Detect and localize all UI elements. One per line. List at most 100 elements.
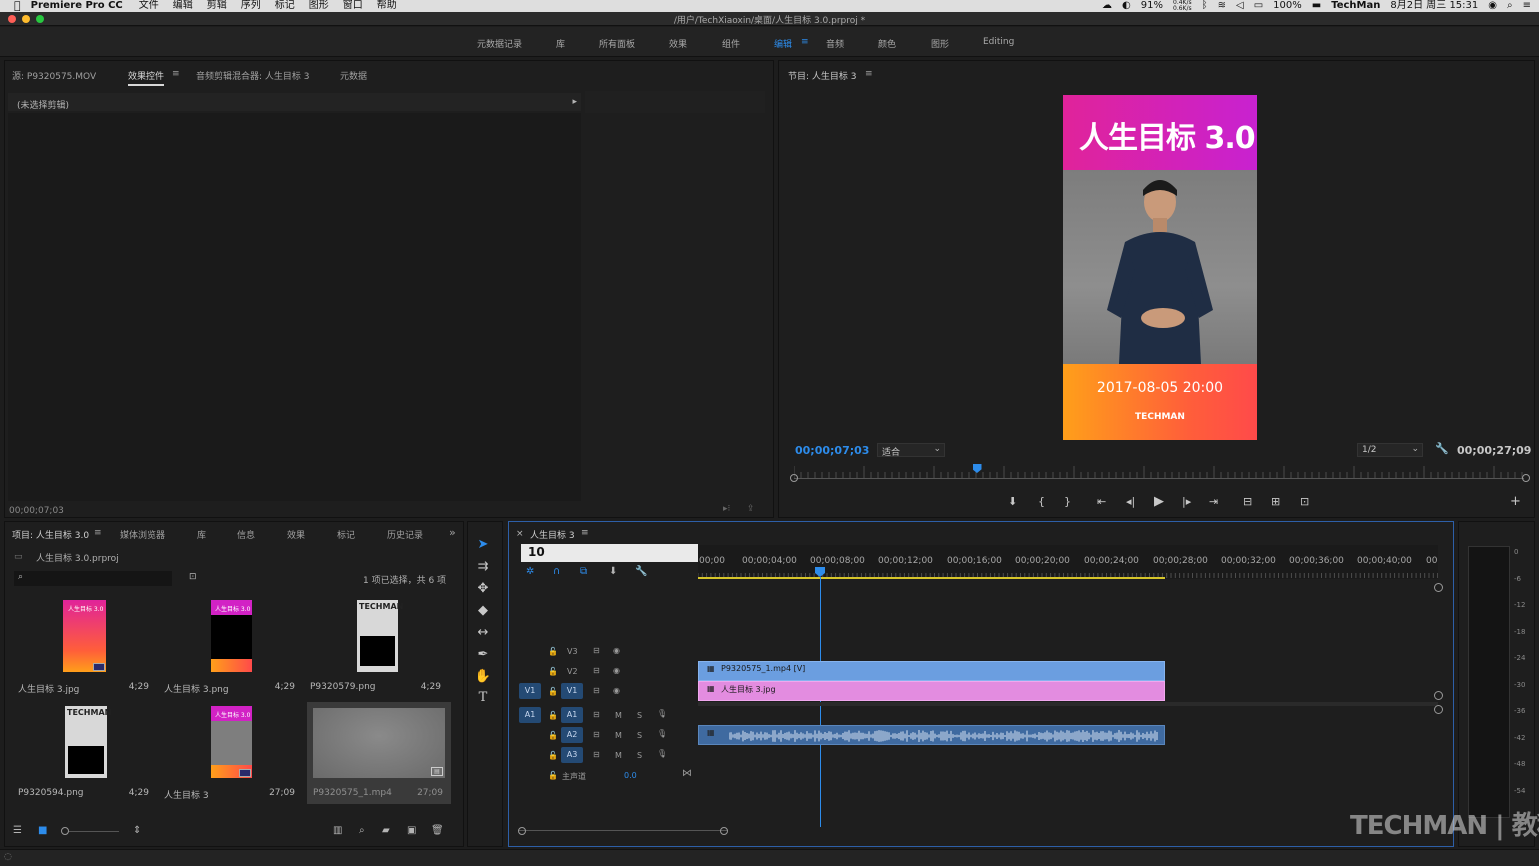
timeline-settings-icon[interactable]: 🔧 — [635, 566, 647, 577]
menu-graphics[interactable]: 图形 — [309, 0, 329, 12]
nest-icon[interactable]: ✲ — [526, 566, 534, 577]
razor-tool-icon[interactable]: ◆ — [474, 603, 492, 618]
menu-clip[interactable]: 剪辑 — [207, 0, 227, 12]
automate-icon[interactable]: ▥ — [333, 825, 342, 836]
lock-icon[interactable]: 🔓 — [548, 731, 558, 740]
video-v-scroll-bottom[interactable] — [1434, 691, 1443, 700]
ws-audio[interactable]: 音频 — [826, 37, 844, 50]
selection-tool-icon[interactable]: ➤ — [474, 537, 492, 552]
ws-color[interactable]: 颜色 — [878, 37, 896, 50]
mic-icon[interactable]: 🎙 — [657, 729, 667, 738]
mic-icon[interactable]: 🎙 — [657, 749, 667, 758]
scroll-handle-left[interactable] — [518, 827, 526, 835]
new-bin-icon[interactable]: ▰ — [382, 825, 390, 836]
tab-project[interactable]: 项目: 人生目标 3.0 — [12, 528, 89, 543]
hand-tool-icon[interactable]: ✋ — [474, 669, 492, 684]
step-back-icon[interactable]: ◂| — [1126, 495, 1135, 508]
tab-media-browser[interactable]: 媒体浏览器 — [120, 528, 165, 541]
zoom-slider[interactable] — [61, 827, 119, 835]
mute-button[interactable]: M — [615, 731, 622, 740]
resolution-select[interactable]: 1/2 ⌄ — [1357, 443, 1423, 457]
sync-icon[interactable]: ⊟ — [593, 730, 600, 739]
project-item[interactable]: 人生目标 3.0 人生目标 3.png 4;29 — [159, 596, 299, 696]
add-marker-icon[interactable]: ⬇ — [609, 566, 617, 577]
user-name[interactable]: TechMan — [1331, 0, 1380, 12]
spotlight-icon[interactable]: ⌕ — [1507, 0, 1513, 12]
flag-icon[interactable]: ▬ — [1312, 0, 1321, 12]
wifi-icon[interactable]: ≋ — [1218, 0, 1226, 12]
master-volume-value[interactable]: 0.0 — [624, 771, 637, 780]
more-tabs-icon[interactable]: » — [449, 526, 456, 539]
menu-help[interactable]: 帮助 — [377, 0, 397, 12]
notification-icon[interactable]: ≡ — [1523, 0, 1531, 12]
source-patch-v1[interactable]: V1 — [519, 683, 541, 699]
clip-v1[interactable]: ▦ 人生目标 3.jpg — [698, 681, 1165, 701]
siri-icon[interactable]: ◉ — [1488, 0, 1497, 12]
track-name[interactable]: A1 — [561, 707, 583, 723]
menu-marker[interactable]: 标记 — [275, 0, 295, 12]
pen-tool-icon[interactable]: ✒ — [474, 647, 492, 662]
zoom-slider-handle[interactable] — [61, 827, 69, 835]
icon-view-icon[interactable]: ■ — [38, 825, 47, 836]
mark-out-icon[interactable]: } — [1064, 495, 1071, 508]
program-video-frame[interactable]: 人生目标 3.0 2017-08-05 20:00 TECHMAN — [1063, 95, 1257, 440]
eye-icon[interactable]: ◉ — [613, 666, 620, 675]
sync-icon[interactable]: ⊟ — [593, 710, 600, 719]
tab-metadata[interactable]: 元数据 — [340, 69, 367, 82]
ws-editing-menu-icon[interactable]: ≡ — [801, 37, 809, 47]
volume-icon[interactable]: ◁ — [1236, 0, 1244, 12]
snap-icon[interactable]: ∩ — [553, 566, 560, 577]
clip-v2[interactable]: ▦ P9320575_1.mp4 [V] — [698, 661, 1165, 681]
ws-metadata[interactable]: 元数据记录 — [477, 37, 522, 50]
ws-editing[interactable]: 编辑 — [774, 37, 792, 50]
app-menu[interactable]: Premiere Pro CC — [31, 0, 123, 12]
ripple-edit-tool-icon[interactable]: ✥ — [474, 581, 492, 596]
lock-icon[interactable]: 🔓 — [548, 647, 558, 656]
status-icon[interactable]: ◌ — [4, 852, 12, 862]
menu-edit[interactable]: 编辑 — [173, 0, 193, 12]
project-item-selected[interactable]: ▤ P9320575_1.mp4 27;09 — [307, 702, 451, 804]
eye-icon[interactable]: ◉ — [613, 646, 620, 655]
close-sequence-icon[interactable]: × — [516, 529, 524, 539]
mark-in-icon[interactable]: { — [1038, 495, 1045, 508]
audio-v-scroll-top[interactable] — [1434, 705, 1443, 714]
export-icon[interactable]: ⇪ — [747, 504, 755, 514]
mute-button[interactable]: M — [615, 711, 622, 720]
tab-effects[interactable]: 效果 — [287, 528, 305, 541]
menu-file[interactable]: 文件 — [139, 0, 159, 12]
solo-button[interactable]: S — [637, 711, 642, 720]
apple-icon[interactable]:  — [14, 0, 21, 12]
sequence-menu-icon[interactable]: ≡ — [581, 528, 589, 538]
find-icon[interactable]: ⌕ — [359, 825, 365, 836]
list-view-icon[interactable]: ☰ — [13, 825, 22, 836]
sort-icon[interactable]: ⇕ — [133, 825, 141, 836]
project-item[interactable]: 人生目标 3.0 人生目标 3.jpg 4;29 — [13, 596, 153, 696]
sync-icon[interactable]: ⊟ — [593, 646, 600, 655]
go-to-in-icon[interactable]: ⇤ — [1097, 495, 1106, 508]
out-point-handle[interactable] — [1522, 474, 1530, 482]
ws-all-panels[interactable]: 所有面板 — [599, 37, 635, 50]
camera-icon[interactable]: ⊡ — [1300, 495, 1309, 508]
trash-icon[interactable]: 🗑 — [431, 825, 444, 836]
go-to-out-icon[interactable]: ⇥ — [1209, 495, 1218, 508]
clip-a1[interactable]: ▦ — [698, 725, 1165, 745]
program-scrubber[interactable] — [790, 462, 1530, 482]
ws-effects[interactable]: 效果 — [669, 37, 687, 50]
tab-history[interactable]: 历史记录 — [387, 528, 423, 541]
program-timecode[interactable]: 00;00;07;03 — [795, 444, 869, 457]
solo-button[interactable]: S — [637, 751, 642, 760]
lock-icon[interactable]: 🔓 — [548, 667, 558, 676]
source-patch-a1[interactable]: A1 — [519, 707, 541, 723]
step-forward-icon[interactable]: |▸ — [1182, 495, 1191, 508]
project-item[interactable]: TECHMAN P9320579.png 4;29 — [305, 596, 445, 696]
tab-markers[interactable]: 标记 — [337, 528, 355, 541]
lock-icon[interactable]: 🔓 — [548, 711, 558, 720]
video-v-scroll-top[interactable] — [1434, 583, 1443, 592]
track-name[interactable]: V1 — [561, 683, 583, 699]
mic-icon[interactable]: 🎙 — [657, 709, 667, 718]
solo-button[interactable]: S — [637, 731, 642, 740]
fit-select[interactable]: 适合 ⌄ — [877, 443, 945, 458]
export-frame-icon[interactable]: ▸⁝ — [723, 504, 730, 514]
new-bin-search-icon[interactable]: ⊡ — [189, 572, 197, 582]
eye-icon[interactable]: ◉ — [613, 686, 620, 695]
